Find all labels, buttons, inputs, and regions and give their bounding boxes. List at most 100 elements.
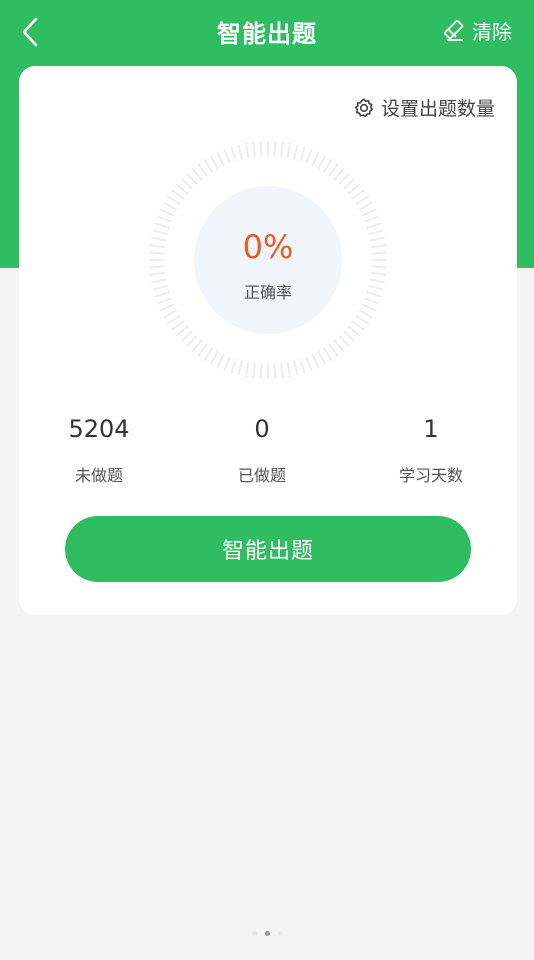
gauge-tick [175, 183, 189, 195]
gauge-tick [197, 343, 208, 357]
header-bar: 智能出题 清除 [0, 0, 534, 64]
gauge-tick [149, 272, 165, 276]
set-question-count-button[interactable]: 设置出题数量 [353, 94, 495, 121]
stat-undone: 5204 未做题 [29, 414, 169, 486]
gauge-tick [371, 265, 387, 269]
gauge-tick [351, 320, 365, 331]
gauge-tick [305, 148, 313, 164]
accuracy-gauge: 0% 正确率 [148, 140, 388, 380]
gauge-tick [159, 303, 175, 312]
stat-undone-value: 5204 [68, 415, 130, 443]
gauge-tick [203, 158, 214, 173]
set-question-count-label: 设置出题数量 [380, 98, 495, 120]
gauge-tick [361, 208, 377, 217]
gauge-tick [252, 141, 256, 157]
gauge-tick [364, 215, 380, 223]
gauge-tick [252, 363, 256, 379]
gauge-tick [371, 272, 387, 276]
gauge-tick [166, 314, 181, 325]
gauge-tick [209, 155, 219, 170]
gauge-tick [280, 363, 284, 379]
stat-done-value: 0 [254, 415, 270, 443]
gauge-tick [191, 167, 203, 181]
gauge-tick [244, 142, 250, 159]
stat-done: 0 已做题 [192, 414, 332, 486]
gauge-tick [322, 158, 333, 173]
gauge-tick [286, 361, 292, 378]
gauge-tick [259, 141, 263, 157]
gauge-tick [292, 144, 299, 160]
gauge-tick [223, 148, 231, 164]
gauge-tick [259, 363, 263, 379]
gauge-tick [311, 353, 320, 369]
gauge-tick [333, 339, 345, 353]
gauge-tick [273, 141, 277, 157]
gauge-tick [237, 360, 244, 376]
page-dot-active[interactable] [264, 931, 270, 936]
gauge-tick [185, 335, 198, 348]
gauge-tick [292, 360, 299, 376]
page-dot[interactable] [277, 931, 283, 936]
gauge-tick [159, 208, 175, 217]
clear-button[interactable]: 清除 [444, 16, 512, 45]
gauge-tick [191, 339, 203, 353]
gauge-tick [328, 163, 339, 177]
gauge-tick [171, 189, 185, 200]
gauge-tick [333, 167, 345, 181]
gauge-tick [355, 314, 370, 325]
gauge-tick [338, 172, 351, 185]
eraser-icon [444, 19, 464, 41]
gauge-tick [149, 265, 165, 269]
gauge-tick [223, 356, 231, 372]
gauge-tick [280, 141, 284, 157]
stat-study-days-label: 学习天数 [398, 466, 463, 485]
stat-study-days: 1 学习天数 [361, 414, 501, 486]
gauge-tick [311, 151, 320, 167]
gauge-tick [171, 320, 185, 331]
gauge-tick [343, 330, 356, 343]
accuracy-label: 正确率 [243, 283, 292, 302]
gauge-tick [317, 350, 327, 365]
gauge-tick [343, 177, 356, 190]
gear-icon [354, 97, 374, 117]
stat-undone-label: 未做题 [74, 466, 123, 485]
gauge-tick [163, 309, 178, 319]
gauge-tick [347, 183, 361, 195]
gauge-tick [209, 350, 219, 365]
gauge-tick [358, 201, 373, 211]
gauge-tick [156, 215, 172, 223]
gauge-tick [273, 363, 277, 379]
gauge-tick [163, 201, 178, 211]
gauge-tick [338, 335, 351, 348]
gauge-tick [351, 189, 365, 200]
gauge-tick [230, 146, 237, 162]
stat-study-days-value: 1 [423, 415, 439, 443]
gauge-tick [175, 325, 189, 337]
page-indicator [0, 931, 534, 936]
stat-done-label: 已做题 [237, 466, 286, 485]
gauge-tick [286, 142, 292, 159]
clear-label: 清除 [472, 20, 512, 44]
gauge-tick [358, 309, 373, 319]
gauge-tick [328, 343, 339, 357]
gauge-tick [322, 347, 333, 362]
gauge-tick [237, 144, 244, 160]
gauge-tick [355, 195, 370, 206]
stats-row: 5204 未做题 0 已做题 1 学习天数 [19, 414, 517, 494]
smart-quiz-button[interactable]: 智能出题 [65, 516, 471, 582]
gauge-tick [166, 195, 181, 206]
gauge-tick [361, 303, 377, 312]
gauge-tick [230, 358, 237, 374]
gauge-tick [299, 358, 306, 374]
accuracy-value: 0% [242, 228, 294, 266]
gauge-tick [305, 356, 313, 372]
gauge-tick [180, 330, 193, 343]
gauge-tick [185, 172, 198, 185]
gauge-tick [244, 361, 250, 378]
gauge-tick [216, 151, 225, 167]
gauge-tick [347, 325, 361, 337]
page-dot[interactable] [251, 931, 257, 936]
quiz-card: 设置出题数量 0% 正确率 5204 未做题 0 已做题 1 学习天数 智能出题 [19, 66, 517, 615]
gauge-tick [197, 163, 208, 177]
gauge-tick [216, 353, 225, 369]
